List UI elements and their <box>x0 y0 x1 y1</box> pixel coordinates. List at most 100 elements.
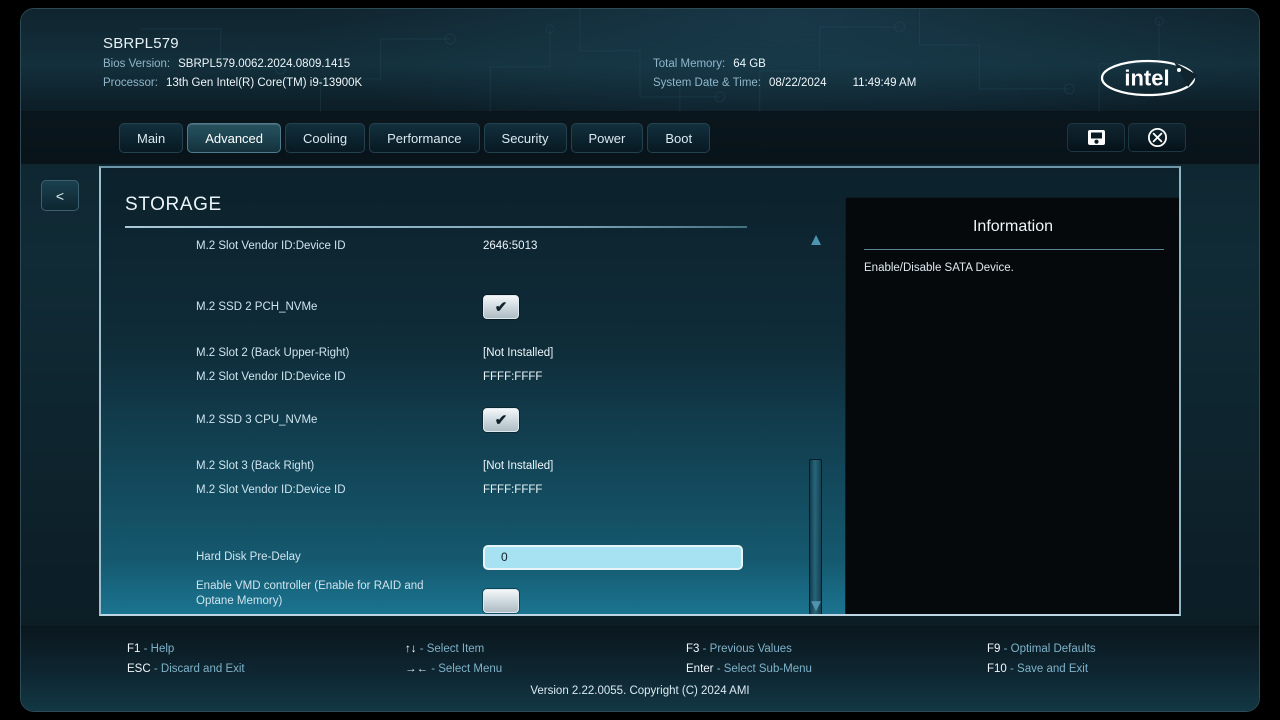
hotkey-desc: - Save and Exit <box>1010 663 1089 675</box>
save-floppy-icon <box>1087 130 1105 145</box>
svg-text:intel: intel <box>1124 66 1169 91</box>
hotkey-esc: ESC - Discard and Exit <box>127 663 245 675</box>
tab-main[interactable]: Main <box>119 123 184 153</box>
hard-disk-pre-delay-input[interactable] <box>483 544 743 570</box>
hotkey-desc: - Help <box>143 643 175 655</box>
hotkey-key: →← <box>405 663 428 675</box>
hotkey-key: F10 <box>987 663 1007 675</box>
tab-list: Main Advanced Cooling Performance Securi… <box>119 123 711 153</box>
hotkey-key: ↑↓ <box>405 643 417 655</box>
setting-label: Enable VMD controller (Enable for RAID a… <box>196 580 424 607</box>
processor-label: Processor: <box>103 77 158 89</box>
hotkey-f9: F9 - Optimal Defaults <box>987 643 1096 655</box>
hotkey-desc: - Optimal Defaults <box>1003 643 1096 655</box>
tab-cooling[interactable]: Cooling <box>285 123 366 153</box>
machine-name: SBRPL579 <box>103 35 179 52</box>
header-action-buttons <box>1067 123 1186 152</box>
hotkey-key: F3 <box>686 643 700 655</box>
hotkey-leftright: →← - Select Menu <box>405 663 502 675</box>
close-circle-icon <box>1147 127 1167 148</box>
footer-hotkey-bar: F1 - Help ESC - Discard and Exit ↑↓ - Se… <box>21 626 1259 711</box>
hotkey-f3: F3 - Previous Values <box>686 643 792 655</box>
hotkey-enter: Enter - Select Sub-Menu <box>686 663 812 675</box>
setting-row: M.2 SSD 3 CPU_NVMe ✔ <box>101 407 791 433</box>
bios-window: SBRPL579 Bios Version: SBRPL579.0062.2024… <box>20 8 1260 712</box>
hotkey-desc: - Previous Values <box>702 643 792 655</box>
setting-label: M.2 SSD 3 CPU_NVMe <box>196 413 318 426</box>
check-icon: ✔ <box>494 411 508 429</box>
setting-label: M.2 Slot 2 (Back Upper-Right) <box>196 346 350 359</box>
tab-security[interactable]: Security <box>483 123 567 153</box>
save-button[interactable] <box>1067 123 1125 152</box>
tab-boot[interactable]: Boot <box>647 123 711 153</box>
setting-row: M.2 Slot Vendor ID:Device ID FFFF:FFFF <box>101 369 791 385</box>
back-button[interactable]: < <box>41 180 79 211</box>
setting-label: M.2 Slot 3 (Back Right) <box>196 459 315 472</box>
tab-advanced[interactable]: Advanced <box>187 123 282 153</box>
setting-label: M.2 Slot Vendor ID:Device ID <box>196 370 346 383</box>
hotkey-desc: - Select Item <box>419 643 485 655</box>
hotkey-desc: - Discard and Exit <box>153 663 245 675</box>
information-panel-text: Enable/Disable SATA Device. <box>864 262 1014 274</box>
system-datetime-row: System Date & Time: 08/22/2024 11:49:49 AM <box>653 77 916 89</box>
setting-label: M.2 SSD 2 PCH_NVMe <box>196 300 318 313</box>
setting-value: [Not Installed] <box>483 460 554 472</box>
setting-label: M.2 Slot Vendor ID:Device ID <box>196 483 346 496</box>
content-panel: STORAGE M.2 Slot Vendor ID:Device ID 264… <box>99 166 1181 616</box>
setting-value: [Not Installed] <box>483 347 554 359</box>
setting-label: Hard Disk Pre-Delay <box>196 550 301 563</box>
information-panel-title: Information <box>972 218 1054 235</box>
setting-row: M.2 SSD 2 PCH_NVMe ✔ <box>101 294 791 320</box>
total-memory-row: Total Memory: 64 GB <box>653 58 766 70</box>
bios-version-value: SBRPL579.0062.2024.0809.1415 <box>178 58 351 70</box>
hotkey-f10: F10 - Save and Exit <box>987 663 1088 675</box>
setting-value: 2646:5013 <box>483 240 538 252</box>
list-scrollbar[interactable]: ▲ ▼ <box>801 230 831 614</box>
version-copyright: Version 2.22.0055. Copyright (C) 2024 AM… <box>530 685 750 697</box>
hotkey-key: F1 <box>127 643 141 655</box>
checkbox-m2-ssd-3-cpu-nvme[interactable]: ✔ <box>483 408 519 432</box>
scrollbar-track[interactable] <box>809 254 822 614</box>
hotkey-key: Enter <box>686 663 714 675</box>
setting-value: FFFF:FFFF <box>483 484 543 496</box>
system-datetime-label: System Date & Time: <box>653 77 762 89</box>
hotkey-updown: ↑↓ - Select Item <box>405 643 484 655</box>
total-memory-label: Total Memory: <box>653 58 726 70</box>
bios-header: SBRPL579 Bios Version: SBRPL579.0062.2024… <box>21 9 1259 112</box>
setting-row: M.2 Slot 3 (Back Right) [Not Installed] <box>101 458 791 474</box>
setting-row: Hard Disk Pre-Delay <box>101 544 791 570</box>
bios-version-label: Bios Version: <box>103 58 171 70</box>
tab-power[interactable]: Power <box>570 123 644 153</box>
intel-logo: intel <box>1100 59 1197 97</box>
bios-version-row: Bios Version: SBRPL579.0062.2024.0809.141… <box>103 58 350 70</box>
page-title: STORAGE <box>125 194 222 215</box>
setting-row: Enable VMD controller (Enable for RAID a… <box>101 580 791 614</box>
tab-performance[interactable]: Performance <box>369 123 480 153</box>
check-icon: ✔ <box>494 298 508 316</box>
hotkey-f1: F1 - Help <box>127 643 174 655</box>
system-time-value: 11:49:49 AM <box>852 77 917 89</box>
setting-row: M.2 Slot Vendor ID:Device ID 2646:5013 <box>101 238 791 254</box>
chevron-down-icon[interactable]: ▼ <box>801 596 831 614</box>
settings-list: M.2 Slot Vendor ID:Device ID 2646:5013 M… <box>101 230 791 614</box>
information-panel: Information Enable/Disable SATA Device. <box>845 197 1179 614</box>
title-divider <box>125 226 747 228</box>
close-button[interactable] <box>1128 123 1186 152</box>
checkbox-m2-ssd-2-pch-nvme[interactable]: ✔ <box>483 295 519 319</box>
total-memory-value: 64 GB <box>733 58 766 70</box>
setting-row: M.2 Slot Vendor ID:Device ID FFFF:FFFF <box>101 482 791 498</box>
processor-value: 13th Gen Intel(R) Core(TM) i9-13900K <box>165 77 363 89</box>
processor-row: Processor: 13th Gen Intel(R) Core(TM) i9-… <box>103 77 362 89</box>
hotkey-key: ESC <box>127 663 151 675</box>
hotkey-desc: - Select Menu <box>431 663 503 675</box>
system-date-value: 08/22/2024 <box>769 77 827 89</box>
setting-value: FFFF:FFFF <box>483 371 543 383</box>
information-panel-divider <box>864 249 1164 250</box>
hotkey-key: F9 <box>987 643 1001 655</box>
setting-label: M.2 Slot Vendor ID:Device ID <box>196 239 346 252</box>
hotkey-desc: - Select Sub-Menu <box>716 663 812 675</box>
setting-row: M.2 Slot 2 (Back Upper-Right) [Not Insta… <box>101 345 791 361</box>
checkbox-enable-vmd-controller[interactable] <box>483 589 519 613</box>
scrollbar-thumb[interactable] <box>809 459 822 614</box>
chevron-up-icon[interactable]: ▲ <box>801 230 831 250</box>
